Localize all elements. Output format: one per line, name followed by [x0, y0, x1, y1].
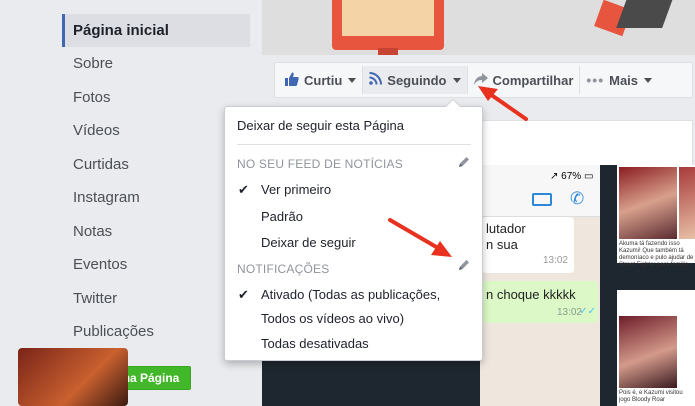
page-action-bar: Curtiu Seguindo Compartilhar ••• Mais: [274, 62, 693, 98]
share-arrow-icon: [473, 72, 488, 88]
ellipsis-icon: •••: [586, 72, 605, 88]
game-character-image: [679, 167, 695, 239]
video-call-icon: [532, 193, 552, 206]
sidebar-item-instagram[interactable]: Instagram: [62, 181, 250, 214]
share-button-label: Compartilhar: [492, 72, 574, 88]
page-sidebar: Página inicial Sobre Fotos Vídeos Curtid…: [0, 0, 262, 406]
chat-screenshot: ↗ 67% ▭ ✆ lutador n sua 13:02 n choque k…: [480, 165, 600, 406]
thumbs-up-icon: [285, 72, 299, 89]
battery-indicator: ↗ 67% ▭: [550, 171, 594, 182]
game-screenshot-top: Akuma tá fazendo isso Kazumi! Que também…: [617, 165, 695, 268]
chat-bubble-text: lutador: [486, 221, 526, 236]
sidebar-item-curtidas[interactable]: Curtidas: [62, 148, 250, 181]
cover-monitor-stand: [378, 48, 398, 55]
sidebar-item-twitter[interactable]: Twitter: [62, 282, 250, 315]
sidebar-item-fotos[interactable]: Fotos: [62, 81, 250, 114]
sidebar-item-videos[interactable]: Vídeos: [62, 114, 250, 147]
menu-item-unfollow-page[interactable]: Deixar de seguir esta Página: [225, 117, 482, 135]
menu-item-unfollow[interactable]: Deixar de seguir: [225, 234, 482, 252]
menu-divider: [237, 144, 471, 145]
game-screenshot-bottom: Pois é, e Kazumi visitou jogo Bloody Roa…: [617, 290, 695, 406]
menu-section-feed: NO SEU FEED DE NOTÍCIAS: [237, 157, 403, 171]
cover-monitor-graphic: [332, 0, 444, 50]
menu-item-see-first[interactable]: ✔ Ver primeiro: [225, 181, 482, 199]
following-dropdown-menu: Deixar de seguir esta Página NO SEU FEED…: [224, 99, 483, 361]
rss-icon: [369, 72, 383, 88]
menu-item-default[interactable]: Padrão: [225, 208, 482, 226]
cover-shape-dark: [616, 0, 674, 28]
following-button-label: Seguindo: [387, 72, 447, 88]
menu-item-notifications-on-line2[interactable]: Todos os vídeos ao vivo): [225, 310, 482, 328]
share-button[interactable]: Compartilhar: [468, 66, 581, 94]
pencil-icon[interactable]: [457, 155, 471, 169]
read-check-icon: ✓✓: [579, 306, 596, 317]
chat-bubble-text: n sua: [486, 237, 518, 252]
like-button[interactable]: Curtiu: [279, 66, 364, 94]
following-button[interactable]: Seguindo: [363, 66, 468, 94]
like-button-label: Curtiu: [304, 72, 343, 88]
game-character-image: [18, 348, 128, 406]
sidebar-item-sobre[interactable]: Sobre: [62, 47, 250, 80]
chat-bubble-time: 13:02: [556, 307, 582, 318]
chat-header: ↗ 67% ▭ ✆: [480, 165, 600, 217]
more-button[interactable]: ••• Mais: [580, 66, 658, 94]
game-character-image: [619, 316, 677, 388]
chat-bubble-text: n choque kkkkk: [486, 287, 576, 302]
sidebar-item-pagina-inicial[interactable]: Página inicial: [62, 14, 250, 47]
more-button-label: Mais: [609, 72, 639, 88]
sidebar-item-notas[interactable]: Notas: [62, 215, 250, 248]
game-caption: Pois é, e Kazumi visitou jogo Bloody Roa…: [619, 390, 683, 403]
game-character-image: [619, 167, 677, 239]
sidebar-item-eventos[interactable]: Eventos: [62, 248, 250, 281]
phone-call-icon: ✆: [570, 189, 585, 208]
menu-item-notifications-on[interactable]: ✔ Ativado (Todas as publicações,: [225, 286, 482, 304]
chevron-down-icon: [348, 77, 357, 83]
check-icon: ✔: [238, 287, 249, 302]
menu-section-notifications: NOTIFICAÇÕES: [237, 262, 330, 276]
cover-photo[interactable]: [262, 0, 695, 55]
sidebar-item-publicacoes[interactable]: Publicações: [62, 315, 250, 348]
chevron-down-icon: [452, 77, 461, 83]
pencil-icon[interactable]: [457, 258, 471, 272]
chat-bubble-time: 13:02: [542, 255, 568, 266]
chat-bubble-sent: n choque kkkkk 13:02 ✓✓: [482, 281, 598, 323]
chevron-down-icon: [644, 77, 653, 83]
check-icon: ✔: [238, 182, 249, 197]
game-caption: Akuma tá fazendo isso Kazumi! Que também…: [619, 241, 694, 268]
menu-item-notifications-off[interactable]: Todas desativadas: [225, 335, 482, 353]
chat-bubble-received: lutador n sua 13:02: [482, 217, 574, 273]
